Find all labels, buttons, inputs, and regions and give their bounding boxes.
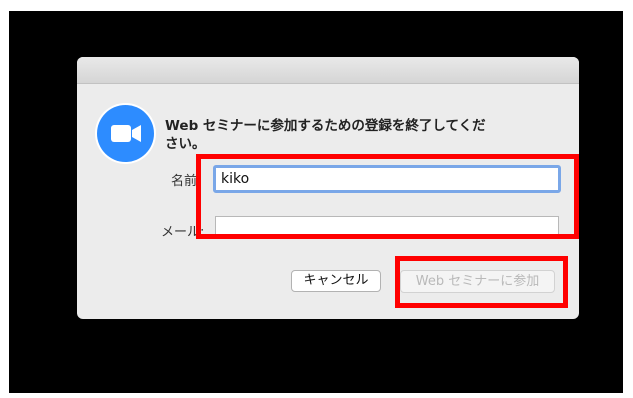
video-camera-icon [111,125,141,142]
dialog-message: Web セミナーに参加するための登録を終了してください。 [165,118,486,152]
name-label: 名前: [171,174,202,189]
dialog-titlebar [77,57,579,84]
join-webinar-button[interactable]: Web セミナーに参加 [400,270,555,293]
zoom-app-icon [97,105,154,162]
email-field[interactable] [215,216,559,238]
cancel-button[interactable]: キャンセル [291,270,381,292]
email-label: メール: [161,225,205,240]
name-field[interactable] [213,165,561,193]
